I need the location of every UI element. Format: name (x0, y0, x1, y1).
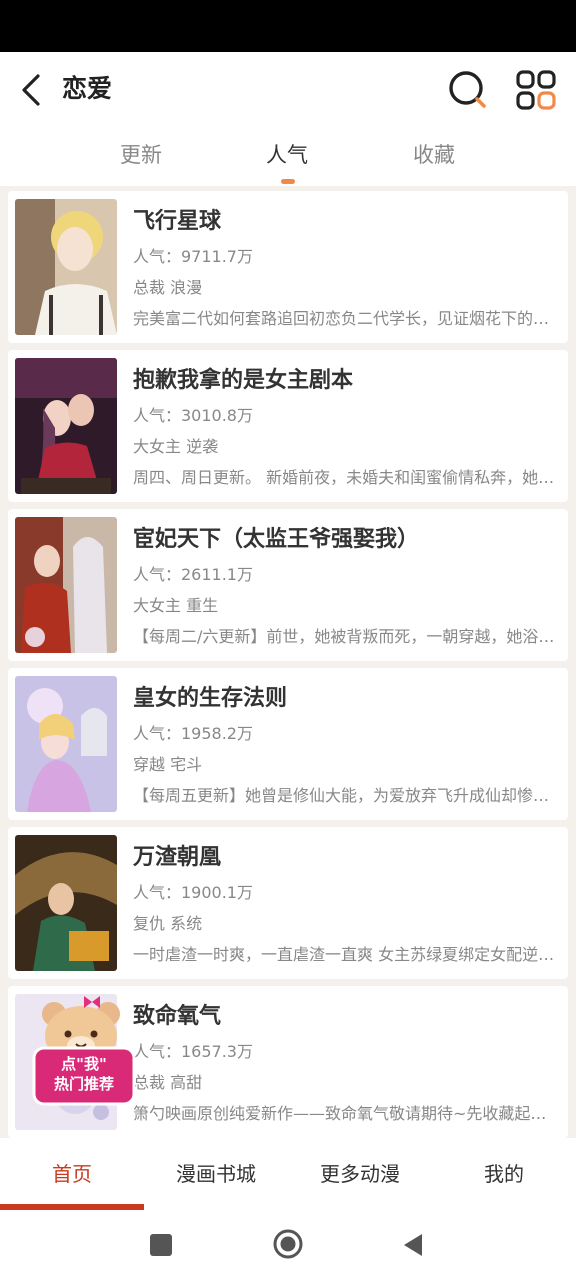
comic-title: 宦妃天下（太监王爷强娶我） (133, 527, 420, 552)
sticker-line2: 热门推荐 (53, 1075, 114, 1093)
nav-mine[interactable]: 我的 (432, 1160, 576, 1188)
system-nav-bar (0, 1210, 576, 1280)
nav-comic-store[interactable]: 漫画书城 (144, 1160, 288, 1188)
comic-description: 一时虐渣一时爽，一直虐渣一直爽 女主苏绿夏绑定女配逆袭系统 (133, 945, 557, 964)
nav-more-anime[interactable]: 更多动漫 (288, 1160, 432, 1188)
back-triangle-icon[interactable] (400, 1232, 426, 1258)
comic-popularity: 人气：1657.3万 (133, 1042, 253, 1061)
comic-tags: 大女主 重生 (133, 596, 219, 615)
comic-title: 皇女的生存法则 (133, 686, 288, 711)
header: 恋爱 更新 人气 收藏 (0, 52, 576, 186)
hot-recommend-sticker[interactable]: 点"我" 热门推荐 (30, 994, 144, 1106)
list-item[interactable]: 抱歉我拿的是女主剧本 人气：3010.8万 大女主 逆袭 周四、周日更新。 新婚… (8, 350, 568, 502)
list-item[interactable]: 飞行星球 人气：9711.7万 总裁 浪漫 完美富二代如何套路追回初恋负二代学长… (8, 191, 568, 343)
comic-tags: 总裁 浪漫 (133, 278, 203, 297)
list-item[interactable]: 万渣朝凰 人气：1900.1万 复仇 系统 一时虐渣一时爽，一直虐渣一直爽 女主… (8, 827, 568, 979)
comic-popularity: 人气：9711.7万 (133, 247, 253, 266)
nav-home[interactable]: 首页 (0, 1160, 144, 1188)
status-bar (0, 0, 576, 52)
stop-square-icon[interactable] (150, 1234, 172, 1256)
comic-tags: 复仇 系统 (133, 914, 203, 933)
comic-description: 【每周二/六更新】前世，她被背叛而死，一朝穿越，她浴火重生 (133, 627, 557, 646)
comic-title: 飞行星球 (133, 209, 222, 234)
tab-favorites[interactable]: 收藏 (413, 140, 455, 170)
comic-cover[interactable] (15, 517, 117, 653)
bottom-nav: 首页 漫画书城 更多动漫 我的 (0, 1138, 576, 1210)
list-item[interactable]: 宦妃天下（太监王爷强娶我） 人气：2611.1万 大女主 重生 【每周二/六更新… (8, 509, 568, 661)
list-item[interactable]: 皇女的生存法则 人气：1958.2万 穿越 宅斗 【每周五更新】她曾是修仙大能，… (8, 668, 568, 820)
comic-cover[interactable] (15, 358, 117, 494)
back-arrow-icon[interactable] (14, 70, 54, 110)
comic-description: 【每周五更新】她曾是修仙大能，为爱放弃飞升成仙却惨遭背叛 (133, 786, 557, 805)
tab-update[interactable]: 更新 (120, 140, 162, 170)
comic-tags: 穿越 宅斗 (133, 755, 203, 774)
comic-popularity: 人气：3010.8万 (133, 406, 253, 425)
tab-popularity[interactable]: 人气 (266, 140, 308, 170)
home-circle-icon[interactable] (272, 1228, 304, 1260)
sticker-line1: 点"我" (61, 1055, 107, 1073)
grid-menu-icon[interactable] (514, 68, 558, 112)
comic-title: 万渣朝凰 (133, 845, 222, 870)
comic-popularity: 人气：2611.1万 (133, 565, 253, 584)
tab-indicator (281, 179, 295, 184)
comic-title: 抱歉我拿的是女主剧本 (133, 368, 354, 393)
page-title: 恋爱 (62, 74, 113, 103)
search-icon[interactable] (446, 68, 490, 112)
comic-description: 完美富二代如何套路追回初恋负二代学长，见证烟花下的爱情奇迹 (133, 309, 557, 328)
comic-cover[interactable] (15, 676, 117, 812)
comic-cover[interactable] (15, 199, 117, 335)
comic-title: 致命氧气 (133, 1004, 222, 1029)
comic-cover[interactable] (15, 835, 117, 971)
comic-popularity: 人气：1900.1万 (133, 883, 253, 902)
comic-description: 周四、周日更新。 新婚前夜，未婚夫和闺蜜偷情私奔，她被迫嫁人 (133, 468, 557, 487)
comic-description: 箫勺映画原创纯爱新作——致命氧气敬请期待~先收藏起来吧 (133, 1104, 557, 1123)
comic-popularity: 人气：1958.2万 (133, 724, 253, 743)
comic-tags: 大女主 逆袭 (133, 437, 219, 456)
